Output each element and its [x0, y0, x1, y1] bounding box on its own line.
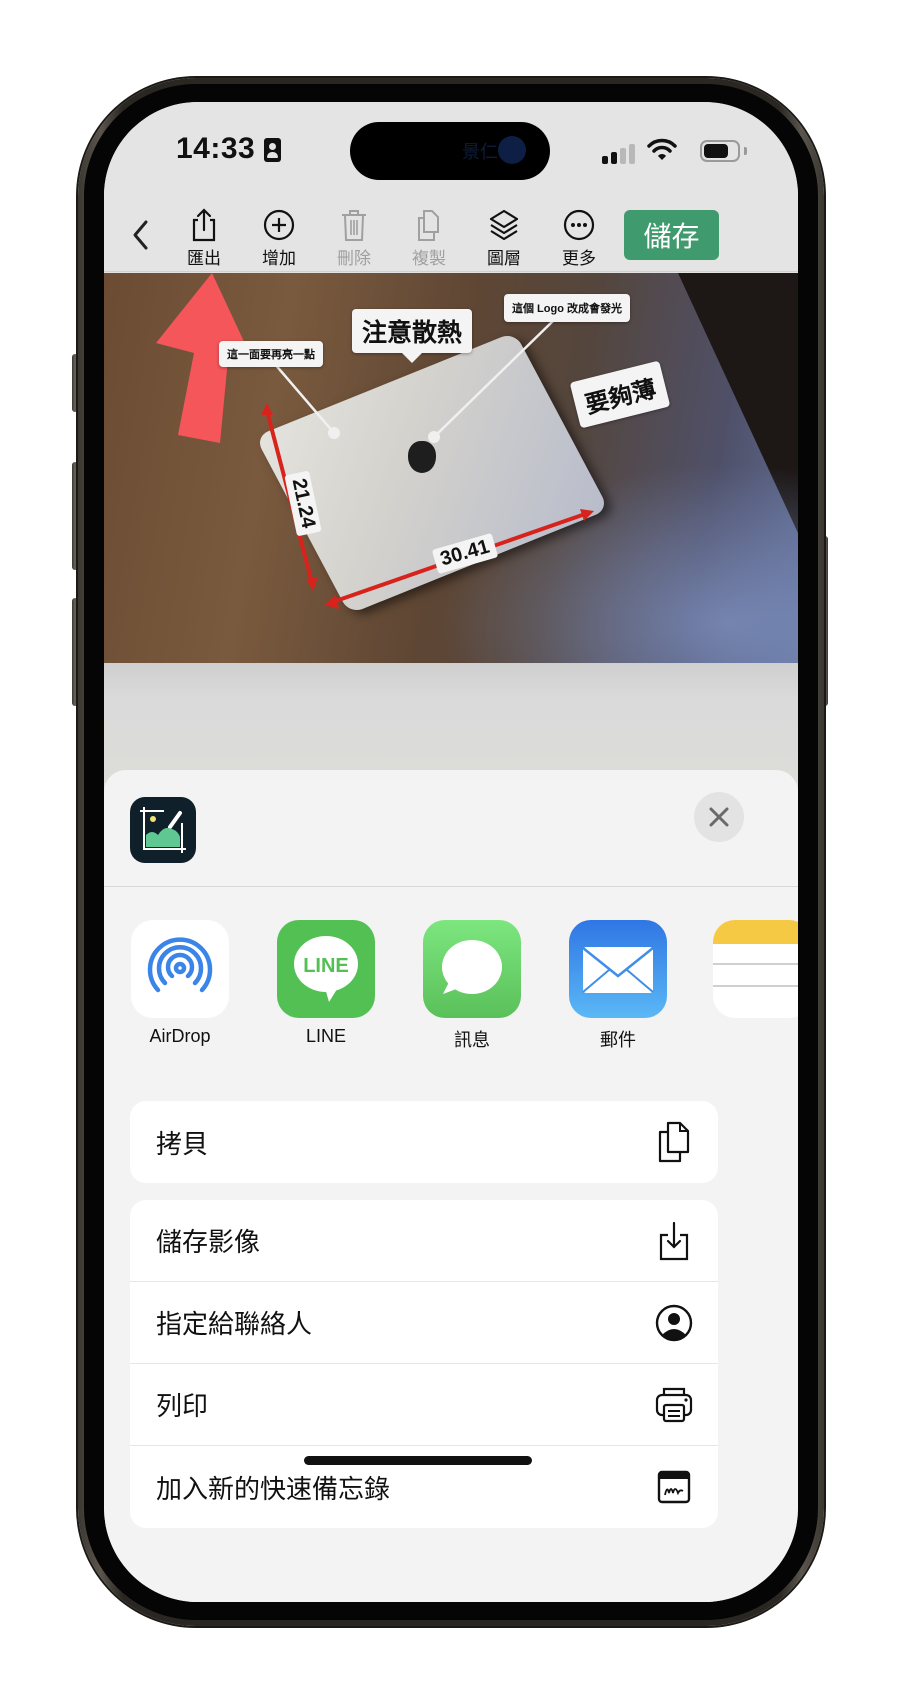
action-assign-contact-label: 指定給聯絡人 — [156, 1309, 313, 1339]
quick-note-icon — [654, 1467, 694, 1507]
action-save-image[interactable]: 儲存影像 — [130, 1200, 718, 1282]
share-sheet: AirDrop LINE LINE 訊息 郵件 拷貝 儲存影像 指定給聯絡人 列… — [104, 770, 798, 1602]
action-copy[interactable]: 拷貝 — [130, 1101, 718, 1183]
markup-app-icon — [140, 807, 186, 853]
wifi-icon — [647, 138, 677, 160]
contact-icon — [654, 1303, 694, 1343]
line-label: LINE — [305, 1026, 347, 1046]
action-quick-note-label: 加入新的快速備忘錄 — [156, 1473, 391, 1504]
tool-layers-label: 圖層 — [487, 249, 521, 268]
tool-more-label: 更多 — [562, 249, 596, 268]
close-icon — [709, 807, 729, 827]
mail-icon — [582, 947, 654, 993]
action-print[interactable]: 列印 — [130, 1364, 718, 1446]
line-tile: LINE — [277, 920, 375, 1018]
printer-icon — [654, 1385, 694, 1425]
island-caller-text: 景仁 — [462, 142, 498, 162]
action-print-label: 列印 — [156, 1391, 209, 1421]
status-time: 14:33 — [176, 132, 256, 165]
airdrop-icon — [147, 937, 213, 993]
share-app-line[interactable]: LINE LINE — [276, 920, 376, 1047]
action-assign-contact[interactable]: 指定給聯絡人 — [130, 1282, 718, 1364]
action-save-image-label: 儲存影像 — [156, 1227, 261, 1257]
duplicate-icon — [418, 210, 439, 241]
annotation-brighter[interactable]: 這一面要再亮一點 — [219, 341, 323, 367]
line-icon: LINE — [294, 936, 358, 1002]
mail-label: 郵件 — [600, 1030, 636, 1050]
save-button[interactable]: 儲存 — [624, 210, 719, 260]
tool-delete[interactable]: 刪除 — [319, 202, 389, 268]
focus-mode-icon — [264, 138, 281, 162]
layers-icon — [489, 209, 519, 241]
battery-level — [704, 144, 728, 158]
airdrop-tile — [131, 920, 229, 1018]
close-button[interactable] — [694, 792, 744, 842]
share-sheet-header — [104, 770, 798, 887]
app-icon — [130, 797, 196, 863]
tool-add[interactable]: 增加 — [244, 202, 314, 268]
island-avatar-icon — [498, 136, 526, 164]
cellular-signal-icon — [602, 144, 636, 164]
mail-tile — [569, 920, 667, 1018]
airdrop-label: AirDrop — [149, 1026, 211, 1046]
tool-delete-label: 刪除 — [337, 249, 371, 268]
dynamic-island: 景仁 — [350, 122, 550, 180]
canvas-background — [104, 663, 798, 783]
tool-duplicate[interactable]: 複製 — [394, 202, 464, 268]
notes-tile — [713, 920, 798, 1018]
screen: 14:33 景仁 匯出 增加 刪除 複製 圖層 更多 儲存 這一面要再亮一點 注… — [104, 102, 798, 1602]
messages-label: 訊息 — [454, 1030, 490, 1050]
share-app-mail[interactable]: 郵件 — [568, 920, 668, 1052]
download-icon — [654, 1221, 694, 1261]
more-circle-icon — [563, 209, 595, 241]
back-chevron-icon[interactable] — [126, 214, 156, 254]
tool-layers[interactable]: 圖層 — [469, 202, 539, 268]
tool-duplicate-label: 複製 — [412, 249, 446, 268]
line-tile-text: LINE — [303, 955, 349, 977]
share-icon — [192, 208, 216, 242]
share-apps-row: AirDrop LINE LINE 訊息 郵件 — [104, 920, 798, 1060]
action-group-copy: 拷貝 — [130, 1101, 718, 1183]
battery-cap — [744, 147, 747, 155]
tool-export-label: 匯出 — [187, 249, 221, 268]
editor-toolbar: 匯出 增加 刪除 複製 圖層 更多 儲存 — [104, 202, 798, 272]
share-app-messages[interactable]: 訊息 — [422, 920, 522, 1052]
tool-add-label: 增加 — [262, 249, 296, 268]
annotation-logo[interactable]: 這個 Logo 改成會發光 — [504, 294, 630, 322]
share-app-airdrop[interactable]: AirDrop — [130, 920, 230, 1047]
action-group-main: 儲存影像 指定給聯絡人 列印 加入新的快速備忘錄 — [130, 1200, 718, 1528]
battery-icon — [700, 140, 740, 162]
plus-circle-icon — [263, 209, 295, 241]
copy-icon — [654, 1121, 694, 1163]
annotated-photo[interactable]: 這一面要再亮一點 注意散熱 這個 Logo 改成會發光 要夠薄 21.24 30… — [104, 273, 798, 663]
tool-more[interactable]: 更多 — [544, 202, 614, 268]
home-indicator[interactable] — [304, 1456, 532, 1465]
tool-export[interactable]: 匯出 — [169, 202, 239, 268]
status-bar: 14:33 景仁 — [104, 102, 798, 202]
trash-icon — [342, 210, 366, 241]
notes-icon — [713, 920, 798, 987]
action-copy-label: 拷貝 — [156, 1128, 209, 1159]
share-app-notes[interactable] — [712, 920, 798, 1018]
annotation-heat[interactable]: 注意散熱 — [352, 309, 473, 363]
messages-icon — [442, 940, 502, 994]
messages-tile — [423, 920, 521, 1018]
